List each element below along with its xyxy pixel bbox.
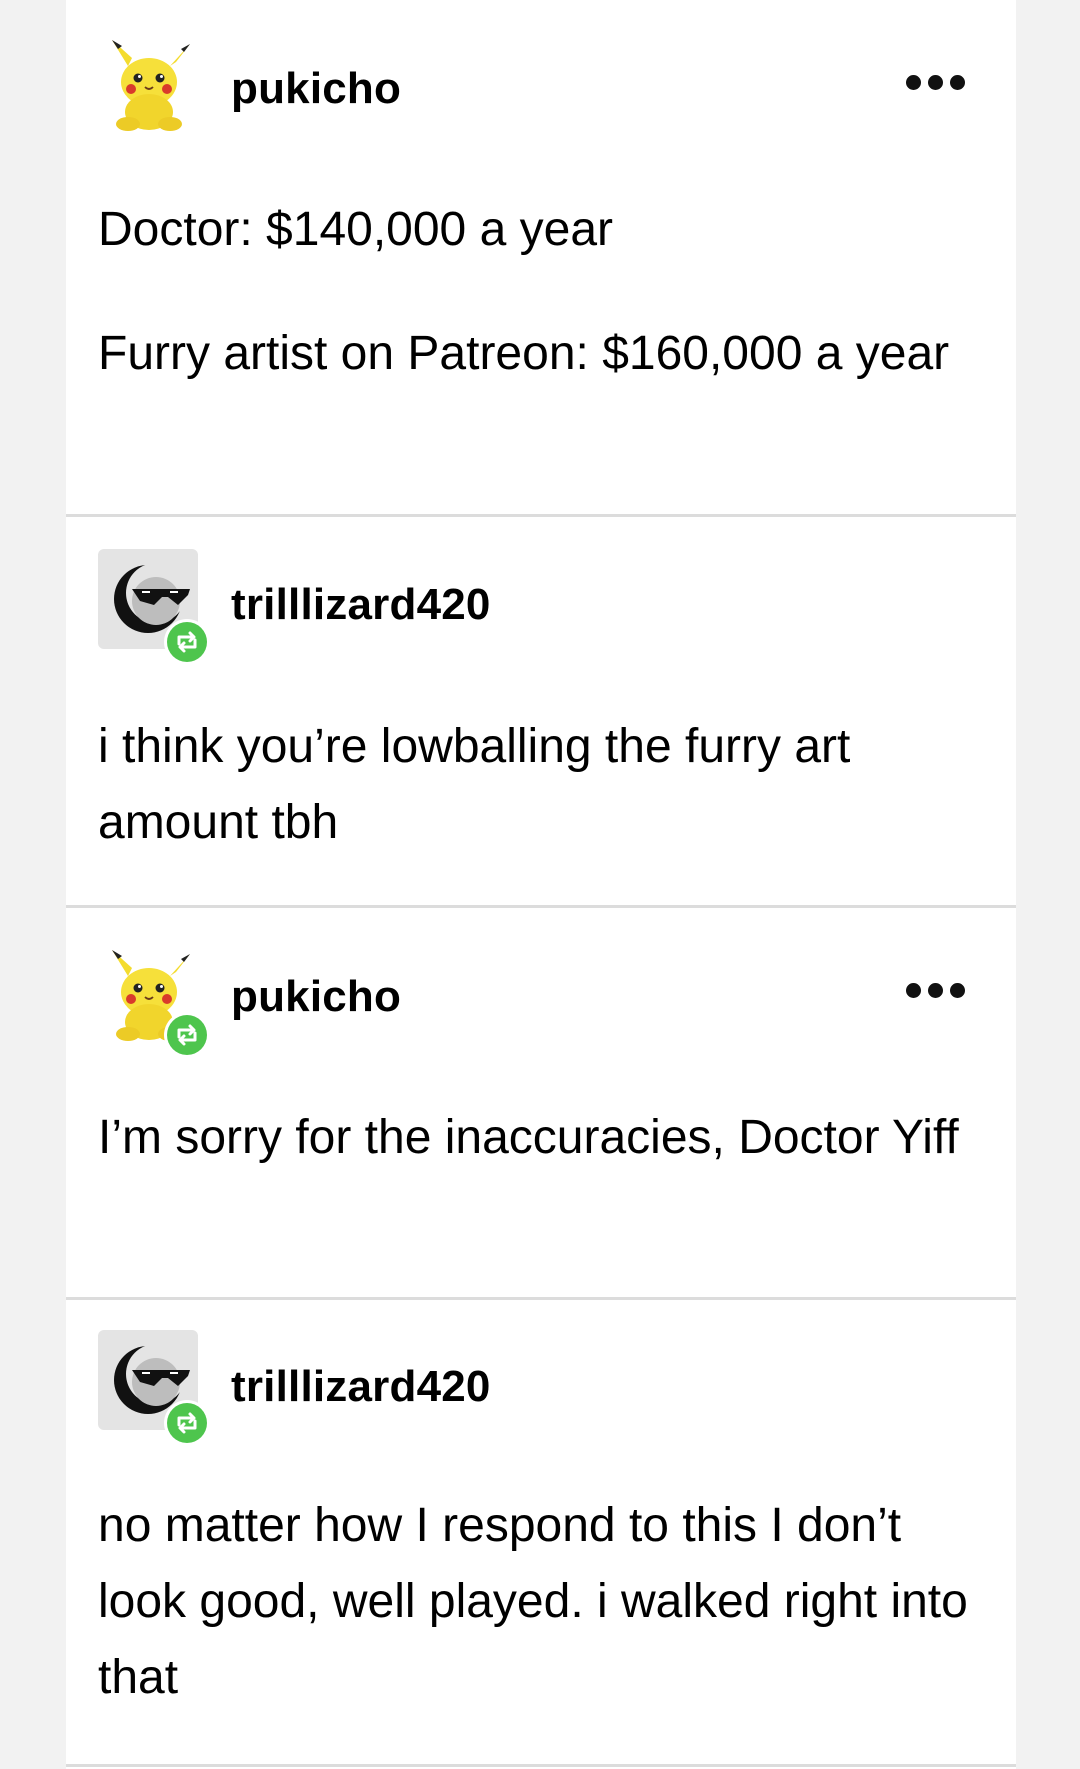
post-username[interactable]: pukicho: [231, 64, 401, 114]
reblog-thread-card: pukicho Doctor: $140,000 a year Furry ar…: [66, 0, 1016, 1769]
post-body: Doctor: $140,000 a year Furry artist on …: [98, 192, 978, 392]
avatar[interactable]: [98, 549, 210, 665]
more-options-icon[interactable]: [906, 75, 966, 91]
post-divider: [66, 1764, 1016, 1767]
avatar[interactable]: [98, 942, 210, 1058]
post-body: i think you’re lowballing the furry art …: [98, 709, 978, 861]
post-paragraph: I’m sorry for the inaccuracies, Doctor Y…: [98, 1111, 959, 1164]
post-paragraph: no matter how I respond to this I don’t …: [98, 1499, 968, 1704]
post-reblog: pukicho I’m sorry for the inaccuracies, …: [66, 908, 1016, 1297]
avatar[interactable]: [98, 1330, 210, 1446]
post-paragraph: Furry artist on Patreon: $160,000 a year: [98, 327, 950, 380]
avatar[interactable]: [98, 32, 200, 134]
post-original: pukicho Doctor: $140,000 a year Furry ar…: [66, 0, 1016, 514]
post-body: no matter how I respond to this I don’t …: [98, 1488, 978, 1716]
post-username[interactable]: trilllizard420: [231, 580, 491, 630]
post-paragraph: Doctor: $140,000 a year: [98, 203, 613, 256]
reblog-icon: [164, 619, 210, 665]
pikachu-plush-icon: [112, 40, 190, 131]
reblog-icon: [164, 1400, 210, 1446]
reblog-icon: [164, 1012, 210, 1058]
post-username[interactable]: pukicho: [231, 972, 401, 1022]
post-reblog: trilllizard420 i think you’re lowballing…: [66, 517, 1016, 905]
post-reblog: trilllizard420 no matter how I respond t…: [66, 1300, 1016, 1769]
post-body: I’m sorry for the inaccuracies, Doctor Y…: [98, 1100, 978, 1176]
more-options-icon[interactable]: [906, 983, 966, 999]
post-username[interactable]: trilllizard420: [231, 1362, 491, 1412]
post-paragraph: i think you’re lowballing the furry art …: [98, 720, 851, 849]
